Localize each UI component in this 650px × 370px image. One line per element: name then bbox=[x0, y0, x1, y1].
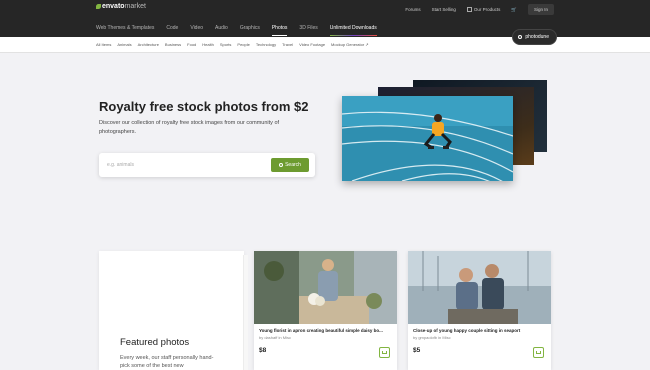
search-box: Search bbox=[99, 153, 315, 177]
featured-title: Featured photos bbox=[120, 337, 190, 348]
photodune-icon bbox=[518, 35, 523, 39]
subnav-video-footage[interactable]: Video Footage bbox=[299, 42, 325, 47]
start-selling-link[interactable]: Start Selling bbox=[432, 7, 456, 12]
featured-photos-card: Featured photos Every week, our staff pe… bbox=[99, 251, 248, 370]
hero-subtitle: Discover our collection of royalty free … bbox=[99, 120, 280, 135]
category-nav: Web Themes & Templates Code Video Audio … bbox=[96, 25, 377, 36]
featured-description: Every week, our staff personally hand-pi… bbox=[120, 355, 214, 369]
photodune-label: photodune bbox=[525, 34, 549, 40]
sign-in-button[interactable]: Sign In bbox=[527, 4, 554, 15]
nav-audio[interactable]: Audio bbox=[215, 25, 228, 31]
grid-icon bbox=[466, 7, 472, 13]
top-links: Forums Start Selling Our Products 🛒 Sign… bbox=[405, 4, 554, 15]
nav-web-themes[interactable]: Web Themes & Templates bbox=[96, 25, 154, 31]
subnav-mockup-generator[interactable]: Mockup Generator ↗ bbox=[331, 42, 369, 47]
item-thumbnail[interactable] bbox=[408, 251, 551, 324]
nav-graphics[interactable]: Graphics bbox=[240, 25, 260, 31]
search-input[interactable] bbox=[107, 159, 257, 171]
forums-link[interactable]: Forums bbox=[405, 7, 420, 12]
item-title[interactable]: Close-up of young happy couple sitting i… bbox=[413, 328, 548, 333]
cart-icon bbox=[536, 351, 541, 354]
subnav-architecture[interactable]: Architecture bbox=[138, 42, 159, 47]
subnav-sports[interactable]: Sports bbox=[220, 42, 232, 47]
subnav-all-items[interactable]: All Items bbox=[96, 42, 111, 47]
cart-icon[interactable]: 🛒 bbox=[511, 7, 517, 13]
add-to-cart-button[interactable] bbox=[379, 347, 390, 358]
subnav-animals[interactable]: Animals bbox=[117, 42, 131, 47]
nav-code[interactable]: Code bbox=[166, 25, 178, 31]
nav-3d-files[interactable]: 3D Files bbox=[299, 25, 317, 31]
item-title[interactable]: Young florist in apron creating beautifu… bbox=[259, 328, 394, 333]
nav-video[interactable]: Video bbox=[190, 25, 203, 31]
envato-market-logo[interactable]: envato market bbox=[96, 3, 146, 10]
logo-main: envato bbox=[102, 3, 125, 10]
subnav-food[interactable]: Food bbox=[187, 42, 196, 47]
subnav-people[interactable]: People bbox=[237, 42, 249, 47]
item-thumbnail[interactable] bbox=[254, 251, 397, 324]
cart-icon bbox=[382, 351, 387, 354]
our-products-link[interactable]: Our Products bbox=[466, 6, 501, 13]
hero-photo-athlete bbox=[342, 96, 513, 181]
item-price: $5 bbox=[413, 347, 421, 354]
hero-title: Royalty free stock photos from $2 bbox=[99, 99, 309, 114]
search-button-label: Search bbox=[285, 162, 301, 168]
item-author: by gmpaolofb in Misc bbox=[413, 335, 451, 340]
subnav-technology[interactable]: Technology bbox=[256, 42, 276, 47]
item-card-couple[interactable]: Close-up of young happy couple sitting i… bbox=[408, 251, 551, 370]
item-price: $8 bbox=[259, 347, 267, 354]
nav-photos[interactable]: Photos bbox=[271, 25, 287, 36]
subnav-business[interactable]: Business bbox=[165, 42, 181, 47]
subnav-health[interactable]: Health bbox=[202, 42, 214, 47]
add-to-cart-button[interactable] bbox=[533, 347, 544, 358]
item-author: by dashaff in Misc bbox=[259, 335, 291, 340]
subnav-travel[interactable]: Travel bbox=[282, 42, 293, 47]
item-card-florist[interactable]: Young florist in apron creating beautifu… bbox=[254, 251, 397, 370]
leaf-icon bbox=[96, 4, 101, 9]
nav-unlimited-downloads[interactable]: Unlimited Downloads bbox=[329, 25, 377, 36]
search-icon bbox=[279, 163, 284, 167]
search-button[interactable]: Search bbox=[271, 158, 309, 172]
our-products-label: Our Products bbox=[473, 6, 501, 12]
logo-sub: market bbox=[124, 3, 146, 10]
photodune-badge[interactable]: photodune bbox=[512, 29, 557, 45]
